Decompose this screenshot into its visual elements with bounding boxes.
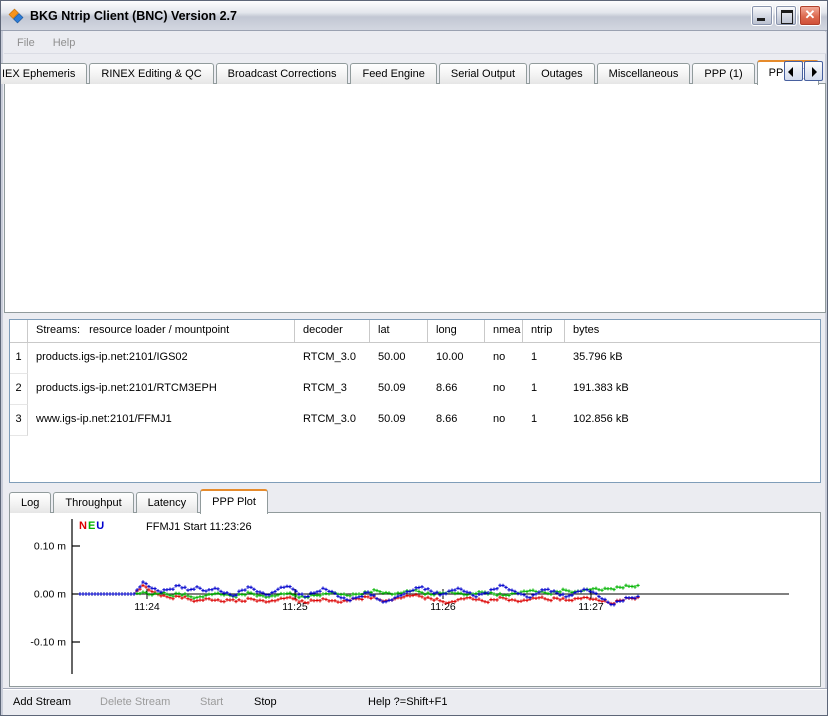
- stream-row-2[interactable]: 2products.igs-ip.net:2101/RTCM3EPHRTCM_3…: [10, 374, 820, 405]
- svg-text:0.00 m: 0.00 m: [34, 589, 66, 601]
- tab-throughput[interactable]: Throughput: [53, 492, 133, 513]
- tab-feed-engine[interactable]: Feed Engine: [350, 63, 436, 84]
- column-header-rowno: [10, 320, 28, 342]
- menu-bar: File Help: [4, 32, 826, 54]
- ppp-plot-panel: NEU FFMJ1 Start 11:23:26 0.10 m0.00 m-0.…: [9, 512, 821, 687]
- svg-text:11:27: 11:27: [578, 601, 604, 613]
- column-header-decoder: decoder: [295, 320, 370, 342]
- delete-stream-button: Delete Stream: [100, 696, 170, 708]
- column-header-lat: lat: [370, 320, 428, 342]
- ppp-plot-canvas: 0.10 m0.00 m-0.10 m11:2411:2511:2611:27: [10, 513, 820, 686]
- tab-rinex-editing-qc[interactable]: RINEX Editing & QC: [89, 63, 213, 84]
- cell-no: 1: [10, 343, 28, 374]
- streams-table-header: Streams: resource loader / mountpointdec…: [10, 320, 820, 343]
- column-header-long: long: [428, 320, 485, 342]
- cell-lat: 50.00: [370, 343, 428, 374]
- tab-iex-ephemeris[interactable]: IEX Ephemeris: [0, 63, 87, 84]
- arrow-right-icon: [812, 67, 817, 77]
- maximize-button[interactable]: [775, 5, 797, 26]
- cell-decoder: RTCM_3.0: [295, 343, 370, 374]
- column-header-ntrip: ntrip: [523, 320, 565, 342]
- close-button[interactable]: [799, 5, 821, 26]
- cell-bytes: 191.383 kB: [565, 374, 820, 405]
- column-header-nmea: nmea: [485, 320, 523, 342]
- titlebar[interactable]: BKG Ntrip Client (BNC) Version 2.7: [1, 1, 827, 31]
- minimize-button[interactable]: [751, 5, 773, 26]
- tab-miscellaneous[interactable]: Miscellaneous: [597, 63, 691, 84]
- cell-mountpoint: www.igs-ip.net:2101/FFMJ1: [28, 405, 295, 436]
- streams-table: Streams: resource loader / mountpointdec…: [9, 319, 821, 483]
- cell-nmea: no: [485, 374, 523, 405]
- svg-text:11:24: 11:24: [134, 601, 160, 613]
- svg-text:-0.10 m: -0.10 m: [30, 637, 66, 649]
- window-controls: [751, 5, 821, 26]
- cell-ntrip: 1: [523, 374, 565, 405]
- cell-nmea: no: [485, 343, 523, 374]
- cell-lat: 50.09: [370, 405, 428, 436]
- tab-serial-output[interactable]: Serial Output: [439, 63, 527, 84]
- tab-scroll-left-button[interactable]: [784, 61, 803, 81]
- status-bar: Help ?=Shift+F1 Add Stream Delete Stream S…: [3, 689, 827, 715]
- window-title: BKG Ntrip Client (BNC) Version 2.7: [30, 9, 751, 23]
- cell-long: 8.66: [428, 405, 485, 436]
- app-icon: [7, 7, 25, 25]
- cell-no: 3: [10, 405, 28, 436]
- streams-table-body: 1products.igs-ip.net:2101/IGS02RTCM_3.05…: [10, 343, 820, 436]
- cell-bytes: 102.856 kB: [565, 405, 820, 436]
- help-hint-label: Help ?=Shift+F1: [368, 696, 448, 708]
- tab-scroll-controls: [784, 61, 823, 81]
- cell-decoder: RTCM_3.0: [295, 405, 370, 436]
- cell-long: 10.00: [428, 343, 485, 374]
- cell-mountpoint: products.igs-ip.net:2101/IGS02: [28, 343, 295, 374]
- stream-row-3[interactable]: 3www.igs-ip.net:2101/FFMJ1RTCM_3.050.098…: [10, 405, 820, 436]
- cell-decoder: RTCM_3: [295, 374, 370, 405]
- cell-nmea: no: [485, 405, 523, 436]
- tab-ppp-1[interactable]: PPP (1): [692, 63, 754, 84]
- add-stream-button[interactable]: Add Stream: [13, 696, 71, 708]
- top-tab-bar: IEX EphemerisRINEX Editing & QCBroadcast…: [4, 59, 821, 84]
- start-button: Start: [200, 696, 223, 708]
- arrow-left-icon: [788, 67, 793, 77]
- stream-row-1[interactable]: 1products.igs-ip.net:2101/IGS02RTCM_3.05…: [10, 343, 820, 374]
- stop-button[interactable]: Stop: [254, 696, 277, 708]
- cell-mountpoint: products.igs-ip.net:2101/RTCM3EPH: [28, 374, 295, 405]
- tab-log[interactable]: Log: [9, 492, 51, 513]
- tab-outages[interactable]: Outages: [529, 63, 595, 84]
- menu-help[interactable]: Help: [46, 35, 83, 51]
- cell-long: 8.66: [428, 374, 485, 405]
- cell-bytes: 35.796 kB: [565, 343, 820, 374]
- menu-file[interactable]: File: [10, 35, 42, 51]
- tab-broadcast-corrections[interactable]: Broadcast Corrections: [216, 63, 349, 84]
- svg-text:0.10 m: 0.10 m: [34, 541, 66, 553]
- column-header-bytes: bytes: [565, 320, 820, 342]
- bottom-tab-bar: LogThroughputLatencyPPP Plot: [9, 489, 270, 513]
- cell-no: 2: [10, 374, 28, 405]
- column-header-streams-resource-loader-mountpoint: Streams: resource loader / mountpoint: [28, 320, 295, 342]
- cell-lat: 50.09: [370, 374, 428, 405]
- bnc-window: BKG Ntrip Client (BNC) Version 2.7 File …: [0, 0, 828, 716]
- cell-ntrip: 1: [523, 343, 565, 374]
- tab-latency[interactable]: Latency: [136, 492, 199, 513]
- cell-ntrip: 1: [523, 405, 565, 436]
- tab-scroll-right-button[interactable]: [804, 61, 823, 81]
- ppp2-panel: [4, 83, 826, 313]
- tab-ppp-plot[interactable]: PPP Plot: [200, 489, 268, 514]
